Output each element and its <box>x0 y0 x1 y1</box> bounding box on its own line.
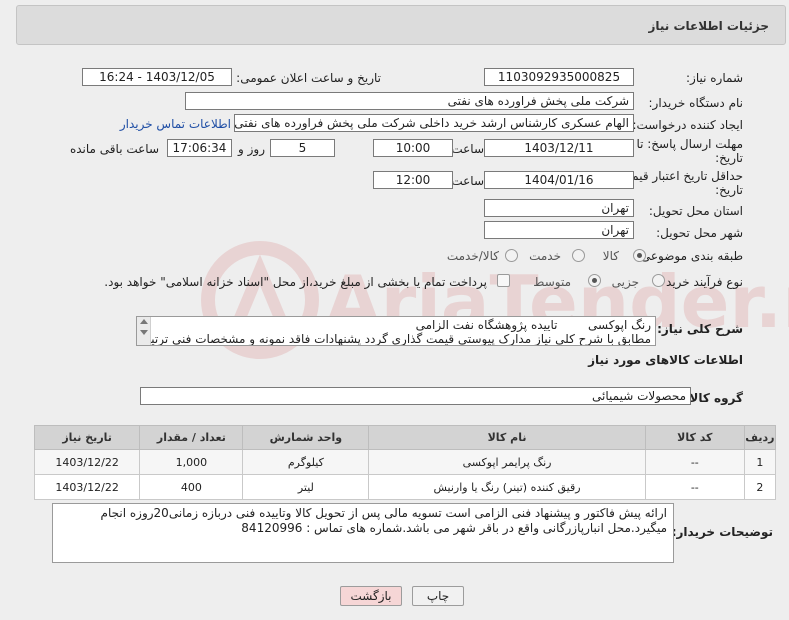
validity-date-field: 1404/01/16 <box>484 171 634 189</box>
col-need-date: تاریخ نیاز <box>33 425 141 450</box>
summary-scrollbar[interactable] <box>137 317 151 345</box>
buyer-notes-label: توضیحات خریدار: <box>671 525 773 539</box>
cell-item-name: رنگ پرایمر اپوکسی <box>368 449 646 475</box>
table-row: 2 -- رقیق کننده (تینر) رنگ یا وارنیش لیت… <box>33 474 777 500</box>
goods-group-label: گروه کالا: <box>684 391 743 405</box>
cell-unit: لیتر <box>242 474 370 500</box>
deadline-date-field: 1403/12/11 <box>484 139 634 157</box>
process-option-medium: متوسط <box>533 275 571 289</box>
col-item-code: کد کالا <box>644 425 745 450</box>
header-panel: جزئیات اطلاعات نیاز <box>16 5 786 45</box>
cell-quantity: 400 <box>139 474 244 500</box>
creator-field: الهام عسکری کارشناس ارشد خرید داخلی شرکت… <box>234 114 634 132</box>
deadline-time-field: 10:00 <box>373 139 453 157</box>
need-number-field: 1103092935000825 <box>484 68 634 86</box>
cell-row-number: 2 <box>743 474 777 500</box>
buyer-notes-line-1: ارائه پیش فاکتور و پیشنهاد فنی الزامی اس… <box>100 506 667 520</box>
goods-section-title: اطلاعات کالاهای مورد نیاز <box>588 353 743 367</box>
process-radio-medium[interactable] <box>588 274 601 287</box>
process-radio-minor[interactable] <box>652 274 665 287</box>
deadline-days-field: 5 <box>270 139 335 157</box>
buyer-field: شرکت ملی پخش فراورده های نفتی <box>185 92 634 110</box>
buyer-notes-textarea[interactable]: ارائه پیش فاکتور و پیشنهاد فنی الزامی اس… <box>52 503 674 563</box>
treasury-payment-checkbox[interactable] <box>497 274 510 287</box>
summary-line-2: مطابق با شرح کلی نیاز مدارک پیوستی قیمت … <box>136 332 651 346</box>
buyer-contact-link[interactable]: اطلاعات تماس خریدار <box>120 117 231 131</box>
buyer-label: نام دستگاه خریدار: <box>648 96 744 110</box>
validity-time-label: ساعت <box>451 174 484 188</box>
announce-field: 1403/12/05 - 16:24 <box>82 68 232 86</box>
cell-need-date: 1403/12/22 <box>33 474 141 500</box>
validity-label-line2: تاریخ: <box>715 183 743 197</box>
treasury-payment-note: پرداخت تمام یا بخشی از مبلغ خرید،از محل … <box>104 275 487 289</box>
cell-item-name: رقیق کننده (تینر) رنگ یا وارنیش <box>368 474 646 500</box>
col-row-number: ردیف <box>743 425 777 450</box>
process-label: نوع فرآیند خرید : <box>658 275 743 289</box>
province-field: تهران <box>484 199 634 217</box>
deadline-label-line2: تاریخ: <box>715 151 743 165</box>
category-label: طبقه بندی موضوعی: <box>636 249 743 263</box>
cell-item-code: -- <box>644 474 745 500</box>
col-item-name: نام کالا <box>368 425 646 450</box>
category-radio-goods[interactable] <box>633 249 646 262</box>
deadline-label-line1: مهلت ارسال پاسخ: تا <box>636 137 743 151</box>
category-option-service: خدمت <box>529 249 561 263</box>
deadline-time-label: ساعت <box>451 142 484 156</box>
goods-table: ردیف کد کالا نام کالا واحد شمارش تعداد /… <box>33 425 777 500</box>
cell-item-code: -- <box>644 449 745 475</box>
need-number-label: شماره نیاز: <box>686 71 743 85</box>
deadline-remaining-label: ساعت باقی مانده <box>69 142 159 156</box>
deadline-remaining-field: 17:06:34 <box>167 139 232 157</box>
category-option-goods: کالا <box>602 249 619 263</box>
city-label: شهر محل تحویل: <box>656 226 743 240</box>
table-header-row: ردیف کد کالا نام کالا واحد شمارش تعداد /… <box>33 425 777 450</box>
summary-label: شرح کلی نیاز: <box>657 322 743 336</box>
print-button[interactable]: چاپ <box>412 586 464 606</box>
col-quantity: تعداد / مقدار <box>139 425 244 450</box>
cell-row-number: 1 <box>743 449 777 475</box>
goods-group-field: محصولات شیمیائی <box>140 387 691 405</box>
col-unit: واحد شمارش <box>242 425 370 450</box>
page-title: جزئیات اطلاعات نیاز <box>648 19 769 33</box>
scroll-up-icon <box>140 319 148 324</box>
deadline-days-label: روز و <box>238 142 265 156</box>
summary-textarea[interactable]: رنگ اپوکسی تاییده پژوهشگاه نفت الزامی مط… <box>136 316 656 346</box>
process-option-minor: جزیی <box>611 275 639 289</box>
table-row: 1 -- رنگ پرایمر اپوکسی کیلوگرم 1,000 140… <box>33 449 777 475</box>
buyer-notes-line-2: میگیرد.محل انبارپازرگانی واقع در باقر شه… <box>241 521 667 535</box>
category-option-goods-service: کالا/خدمت <box>446 249 499 263</box>
province-label: استان محل تحویل: <box>648 204 743 218</box>
cell-quantity: 1,000 <box>139 449 244 475</box>
category-radio-service[interactable] <box>572 249 585 262</box>
category-radio-goods-service[interactable] <box>505 249 518 262</box>
summary-line-1: رنگ اپوکسی تاییده پژوهشگاه نفت الزامی <box>415 318 651 332</box>
city-field: تهران <box>484 221 634 239</box>
scroll-down-icon <box>140 330 148 335</box>
creator-label: ایجاد کننده درخواست: <box>632 118 743 132</box>
back-button[interactable]: بازگشت <box>340 586 402 606</box>
cell-unit: کیلوگرم <box>242 449 370 475</box>
cell-need-date: 1403/12/22 <box>33 449 141 475</box>
announce-label: تاریخ و ساعت اعلان عمومی: <box>236 71 381 85</box>
validity-time-field: 12:00 <box>373 171 453 189</box>
